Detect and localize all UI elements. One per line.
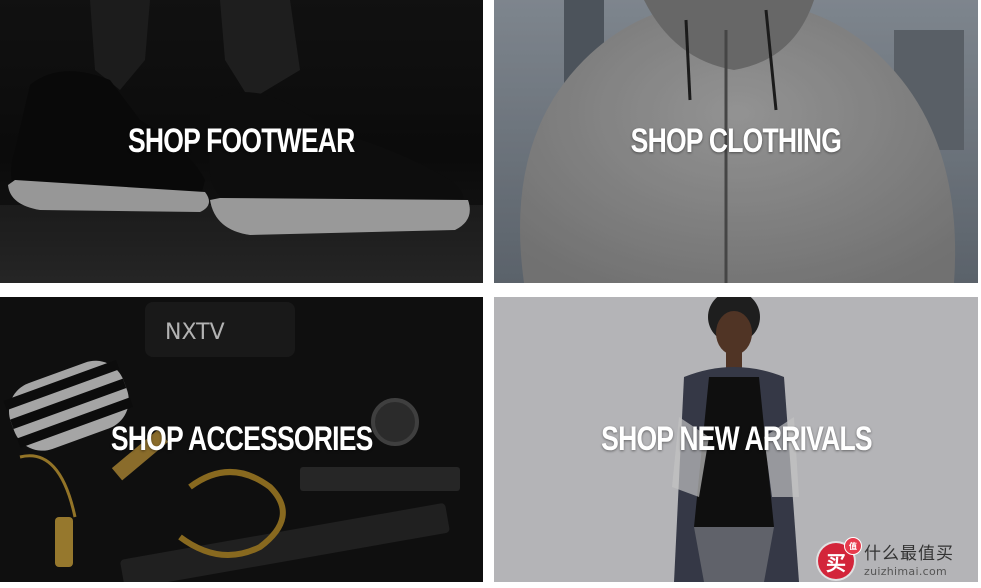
watermark-name: 什么最值买 xyxy=(864,543,954,564)
watermark-logo-glyph: 买 xyxy=(826,550,846,575)
shop-accessories-tile[interactable]: NXTV SHOP ACCESSORIES xyxy=(0,297,483,582)
shop-accessories-label: SHOP ACCESSORIES xyxy=(110,420,373,458)
shop-new-arrivals-label: SHOP NEW ARRIVALS xyxy=(600,420,872,458)
watermark-logo: 买 值 xyxy=(818,537,862,579)
shop-clothing-label: SHOP CLOTHING xyxy=(630,122,842,160)
shop-footwear-tile[interactable]: SHOP FOOTWEAR xyxy=(0,0,483,283)
site-watermark: 买 值 什么最值买 zuizhimai.com xyxy=(818,537,978,585)
shop-footwear-label: SHOP FOOTWEAR xyxy=(128,122,355,160)
watermark-badge: 值 xyxy=(844,537,862,555)
shop-clothing-tile[interactable]: SHOP CLOTHING xyxy=(494,0,978,283)
watermark-url: zuizhimai.com xyxy=(864,564,948,578)
